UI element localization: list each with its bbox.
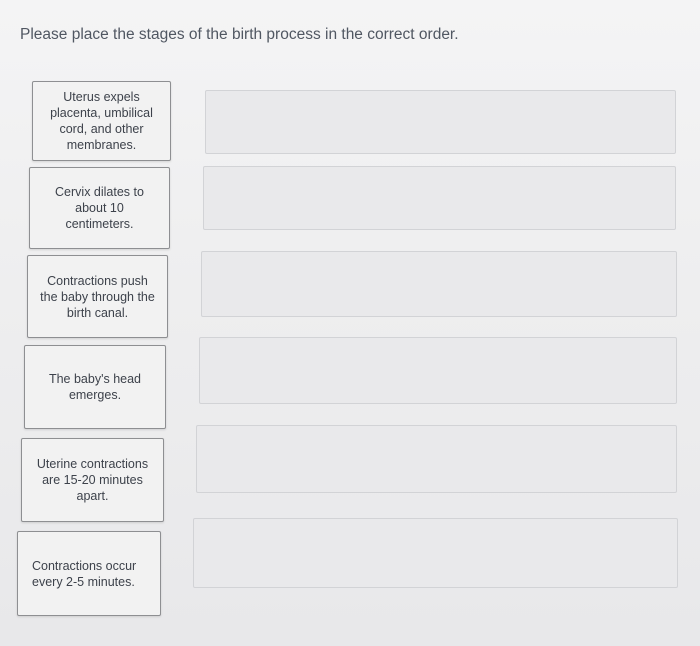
- drag-card-contractions-push[interactable]: Contractions push the baby through the b…: [27, 255, 168, 338]
- drop-zone-5[interactable]: [196, 425, 677, 493]
- drag-card-label: Cervix dilates to about 10 centimeters.: [55, 185, 144, 231]
- drop-zone-2[interactable]: [203, 166, 676, 230]
- drag-card-label: Uterus expels placenta, umbilical cord, …: [50, 90, 153, 152]
- drag-card-placenta[interactable]: Uterus expels placenta, umbilical cord, …: [32, 81, 171, 161]
- drag-card-head-emerges[interactable]: The baby's head emerges.: [24, 345, 166, 429]
- question-prompt: Please place the stages of the birth pro…: [20, 26, 459, 43]
- drag-card-label: Contractions occur every 2-5 minutes.: [32, 558, 137, 589]
- drag-card-label: Contractions push the baby through the b…: [40, 273, 155, 320]
- drop-zone-3[interactable]: [201, 251, 677, 317]
- drop-zone-1[interactable]: [205, 90, 676, 154]
- drag-card-contractions-15-20[interactable]: Uterine contractions are 15-20 minutes a…: [21, 438, 164, 522]
- drop-zone-6[interactable]: [193, 518, 678, 588]
- drag-card-cervix-dilates[interactable]: Cervix dilates to about 10 centimeters.: [29, 167, 170, 249]
- drop-zone-4[interactable]: [199, 337, 677, 404]
- drag-card-label: Uterine contractions are 15-20 minutes a…: [36, 457, 149, 503]
- drag-card-label: The baby's head emerges.: [48, 372, 142, 402]
- drag-card-contractions-2-5[interactable]: Contractions occur every 2-5 minutes.: [17, 531, 161, 616]
